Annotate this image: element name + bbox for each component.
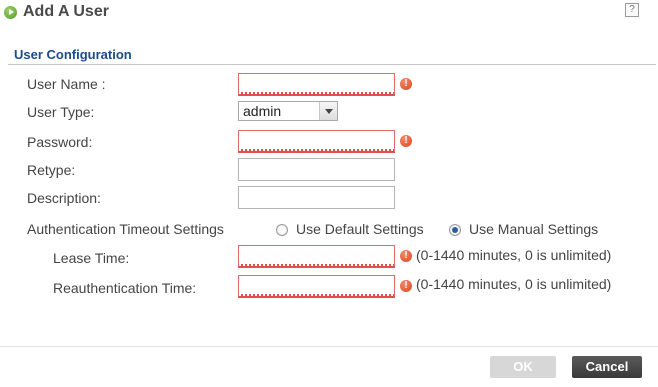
ok-button[interactable]: OK: [490, 356, 556, 378]
retype-input[interactable]: [238, 158, 395, 181]
user-name-label: User Name :: [27, 76, 106, 92]
cancel-button[interactable]: Cancel: [572, 356, 642, 378]
user-name-input[interactable]: [238, 73, 395, 96]
dialog-header: Add A User ?: [0, 0, 658, 28]
footer-divider: [0, 346, 658, 347]
radio-default-settings-label[interactable]: Use Default Settings: [296, 221, 424, 237]
user-type-select[interactable]: admin: [238, 101, 338, 121]
lease-time-label: Lease Time:: [53, 250, 130, 266]
radio-default-settings[interactable]: [276, 224, 288, 236]
section-title: User Configuration: [14, 47, 132, 62]
user-type-value: admin: [243, 103, 282, 119]
error-icon: !: [400, 280, 412, 292]
description-input[interactable]: [238, 186, 395, 209]
section-divider: [8, 64, 656, 65]
add-user-icon: [4, 6, 17, 19]
help-icon[interactable]: ?: [625, 3, 639, 17]
lease-time-input[interactable]: [238, 245, 395, 268]
reauth-time-input[interactable]: [238, 275, 395, 298]
retype-label: Retype:: [27, 162, 76, 178]
description-label: Description:: [27, 190, 101, 206]
auth-timeout-label: Authentication Timeout Settings: [27, 221, 224, 237]
error-icon: !: [400, 135, 412, 147]
password-input[interactable]: [238, 130, 395, 153]
error-icon: !: [400, 78, 412, 90]
radio-manual-settings-label[interactable]: Use Manual Settings: [469, 221, 598, 237]
password-label: Password:: [27, 134, 93, 150]
chevron-down-icon[interactable]: [319, 102, 337, 120]
error-icon: !: [400, 250, 412, 262]
reauth-time-label: Reauthentication Time:: [53, 280, 197, 296]
radio-manual-settings[interactable]: [449, 224, 461, 236]
dialog-title: Add A User: [23, 3, 109, 20]
reauth-time-hint: (0-1440 minutes, 0 is unlimited): [416, 276, 612, 292]
user-type-label: User Type:: [27, 104, 95, 120]
lease-time-hint: (0-1440 minutes, 0 is unlimited): [416, 247, 612, 263]
